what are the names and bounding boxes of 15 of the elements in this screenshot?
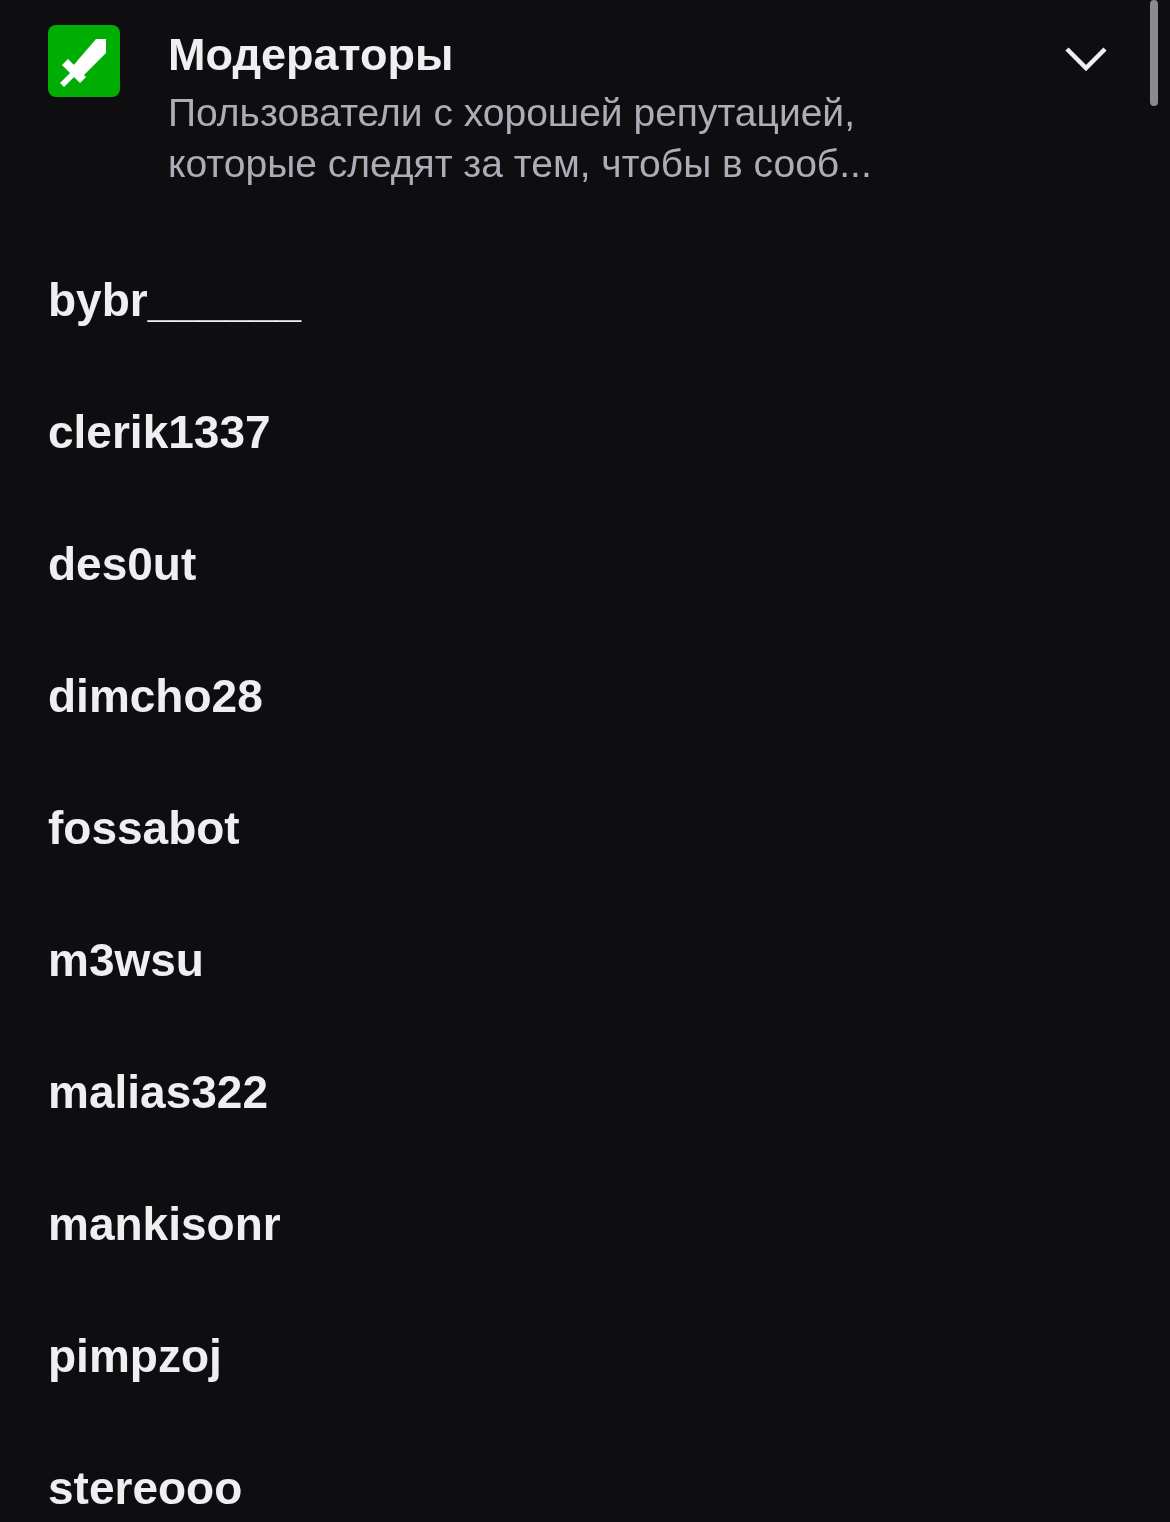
sword-icon — [48, 25, 120, 97]
scrollbar[interactable] — [1150, 0, 1158, 106]
role-description: Пользователи с хорошей репутацией, которые следят за тем, чтобы в сооб... — [168, 90, 873, 187]
member-name[interactable]: clerik1337 — [48, 404, 271, 460]
member-name[interactable]: des0ut — [48, 536, 197, 592]
member-name[interactable]: malias322 — [48, 1064, 268, 1120]
chevron-down-icon[interactable] — [1064, 44, 1108, 74]
role-title: Модераторы — [168, 29, 454, 81]
member-name[interactable]: fossabot — [48, 800, 240, 856]
member-name[interactable]: dimcho28 — [48, 668, 263, 724]
member-name[interactable]: bybr______ — [48, 272, 302, 328]
member-name[interactable]: pimpzoj — [48, 1328, 222, 1384]
member-name[interactable]: mankisonr — [48, 1196, 281, 1252]
member-name[interactable]: m3wsu — [48, 932, 204, 988]
member-name[interactable]: stereooo — [48, 1460, 243, 1516]
